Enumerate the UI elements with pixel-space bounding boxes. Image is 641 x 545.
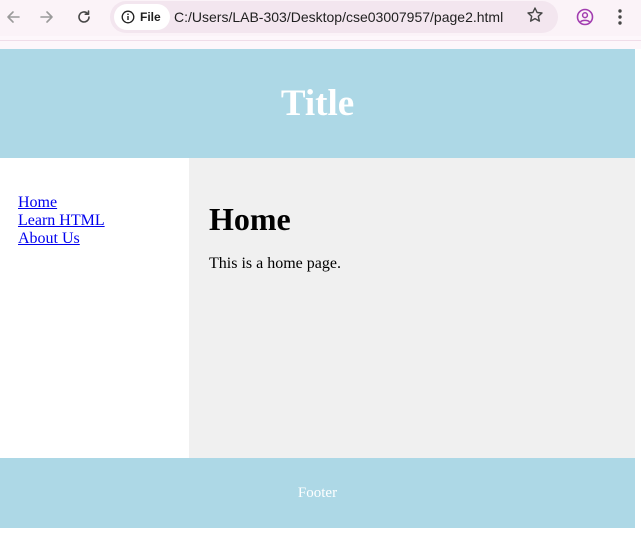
header-title: Title bbox=[280, 83, 355, 124]
page-body: Home Learn HTML About Us Home This is a … bbox=[0, 158, 635, 458]
address-bar[interactable]: File C:/Users/LAB-303/Desktop/cse0300795… bbox=[110, 1, 558, 33]
main-content: Home This is a home page. bbox=[189, 158, 635, 458]
site-chip-label: File bbox=[140, 10, 161, 24]
browser-divider bbox=[0, 40, 641, 41]
reload-icon[interactable] bbox=[72, 5, 96, 29]
content-heading: Home bbox=[209, 201, 291, 237]
site-footer: Footer bbox=[0, 458, 635, 528]
sidebar-nav: Home Learn HTML About Us bbox=[0, 158, 189, 458]
browser-toolbar: File C:/Users/LAB-303/Desktop/cse0300795… bbox=[0, 0, 641, 36]
browser-strip bbox=[0, 36, 641, 49]
nav-link-learn-html[interactable]: Learn HTML bbox=[18, 212, 189, 230]
menu-icon[interactable] bbox=[608, 5, 632, 29]
nav-link-home[interactable]: Home bbox=[18, 194, 189, 212]
footer-text: Footer bbox=[297, 484, 338, 501]
profile-icon[interactable] bbox=[573, 5, 597, 29]
web-page: Title Home Learn HTML About Us Home This… bbox=[0, 49, 635, 528]
site-header: Title bbox=[0, 49, 635, 158]
url-text[interactable]: C:/Users/LAB-303/Desktop/cse03007957/pag… bbox=[174, 9, 503, 25]
star-icon[interactable] bbox=[526, 6, 544, 29]
content-text: This is a home page. bbox=[209, 255, 341, 272]
site-info-chip[interactable]: File bbox=[114, 4, 170, 30]
back-icon[interactable] bbox=[1, 5, 25, 29]
info-icon bbox=[121, 10, 135, 24]
forward-icon[interactable] bbox=[35, 5, 59, 29]
nav-link-about-us[interactable]: About Us bbox=[18, 230, 189, 248]
